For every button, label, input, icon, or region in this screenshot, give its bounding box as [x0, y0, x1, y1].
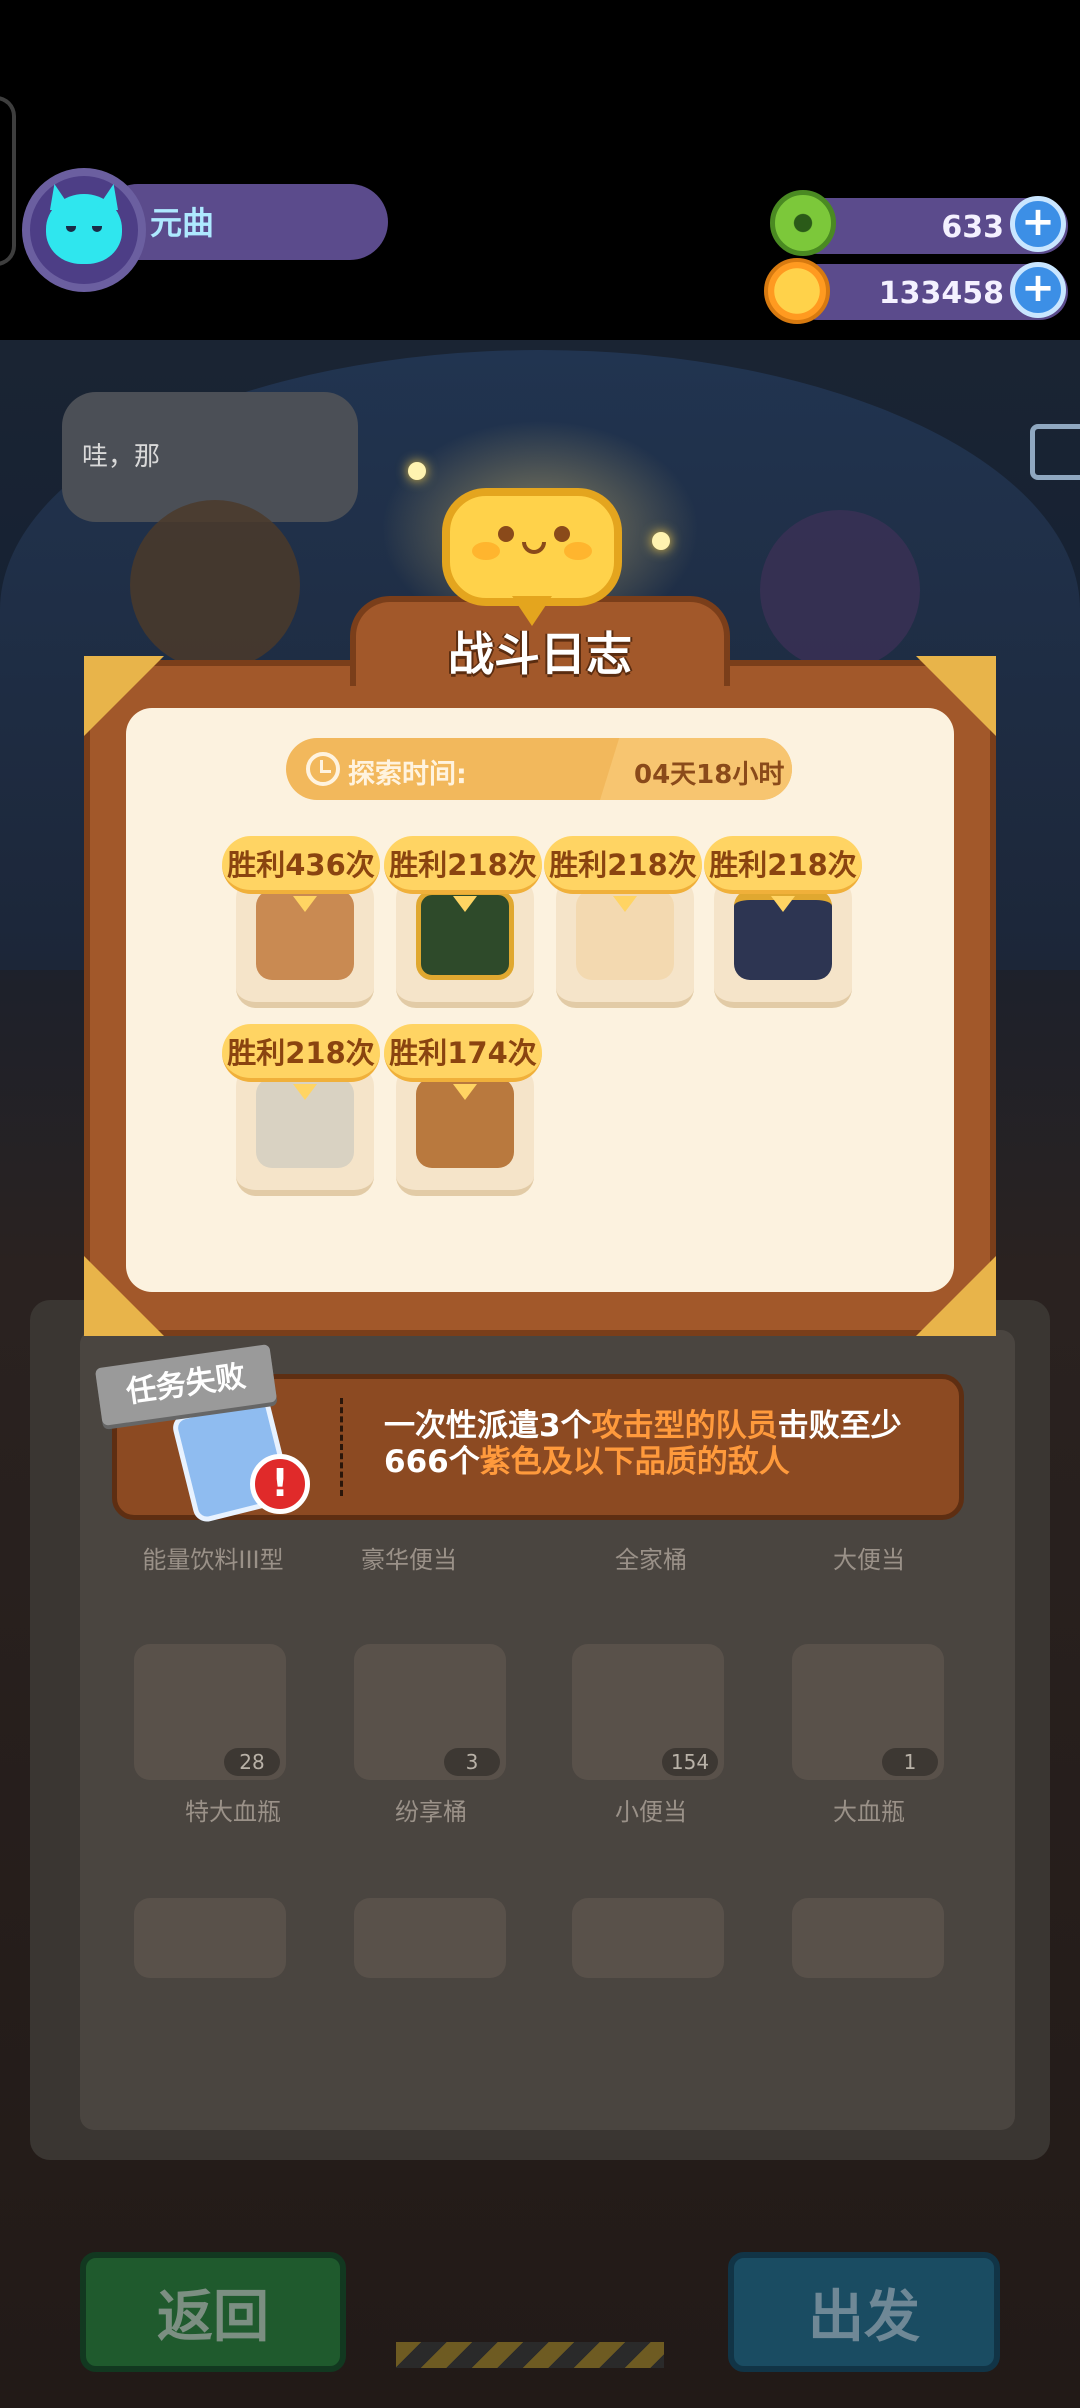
chat-eye [498, 526, 514, 542]
victory-count-tag: 胜利218次 [544, 836, 702, 894]
speech-text: 哇，那 [82, 442, 161, 472]
victory-count-tag: 胜利174次 [384, 1024, 542, 1082]
item-slot[interactable] [134, 1898, 286, 1978]
sparkle [652, 532, 670, 550]
green-donut-icon [770, 190, 836, 256]
cat-avatar-icon [46, 184, 122, 264]
item-count: 1 [882, 1748, 938, 1776]
explore-time-label: 探索时间: [348, 759, 467, 790]
planet-coin-icon [764, 258, 830, 324]
player-name: 元曲 [150, 204, 215, 242]
chat-cheek [472, 542, 500, 560]
gem-value: 633 [941, 210, 1004, 245]
chat-cheek [564, 542, 592, 560]
item-label: 大血瓶 [833, 1798, 905, 1826]
victory-count-tag: 胜利218次 [384, 836, 542, 894]
mission-text-highlight: 攻击型的队员 [591, 1408, 778, 1444]
item-count: 28 [224, 1748, 280, 1776]
add-coin-button[interactable]: + [1010, 262, 1066, 318]
back-button[interactable]: 返回 [80, 2252, 346, 2372]
explore-time-value: 04天18小时 [634, 760, 785, 790]
avatar-eye [92, 226, 102, 232]
mission-description: 一次性派遣3个攻击型的队员击败至少666个紫色及以下品质的敌人 [384, 1408, 924, 1480]
item-slot-large-potion[interactable]: 1 [792, 1644, 944, 1780]
item-slot[interactable] [792, 1898, 944, 1978]
clock-icon [306, 752, 340, 786]
avatar-ear [96, 184, 118, 210]
chat-bubble-icon [442, 488, 622, 606]
item-label: 小便当 [615, 1798, 687, 1826]
item-slot-small-bento[interactable]: 154 [572, 1644, 724, 1780]
modal-title: 战斗日志 [448, 627, 632, 681]
item-label: 特大血瓶 [185, 1798, 281, 1826]
cat-character [760, 510, 920, 670]
item-label: 纷享桶 [395, 1798, 467, 1826]
victory-count-tag: 胜利436次 [222, 836, 380, 894]
avatar-ear [50, 184, 72, 210]
avatar-eye [66, 226, 76, 232]
item-slot-share-bucket[interactable]: 3 [354, 1644, 506, 1780]
fox-character [130, 500, 300, 670]
chat-mouth [522, 542, 546, 554]
coin-value: 133458 [878, 276, 1004, 311]
share-icon[interactable] [1030, 424, 1080, 480]
mission-divider [340, 1398, 343, 1496]
depart-button[interactable]: 出发 [728, 2252, 1000, 2372]
add-gem-button[interactable]: + [1010, 196, 1066, 252]
victory-count-tag: 胜利218次 [704, 836, 862, 894]
hazard-stripe [396, 2342, 664, 2368]
item-count: 154 [662, 1748, 718, 1776]
item-label: 大便当 [833, 1546, 905, 1574]
mission-text-part: 一次性派遣3个 [384, 1408, 592, 1444]
victory-count-tag: 胜利218次 [222, 1024, 380, 1082]
item-count: 3 [444, 1748, 500, 1776]
avatar[interactable] [22, 168, 146, 292]
item-label: 全家桶 [615, 1546, 687, 1574]
item-slot-special-potion[interactable]: 28 [134, 1644, 286, 1780]
item-label: 豪华便当 [361, 1546, 457, 1574]
chat-eye [554, 526, 570, 542]
mission-text-highlight: 紫色及以下品质的敌人 [479, 1444, 790, 1480]
item-label: 能量饮料III型 [142, 1546, 284, 1574]
item-slot[interactable] [572, 1898, 724, 1978]
alert-icon: ! [250, 1454, 310, 1514]
sparkle [408, 462, 426, 480]
hud-bracket [0, 96, 16, 266]
item-slot[interactable] [354, 1898, 506, 1978]
